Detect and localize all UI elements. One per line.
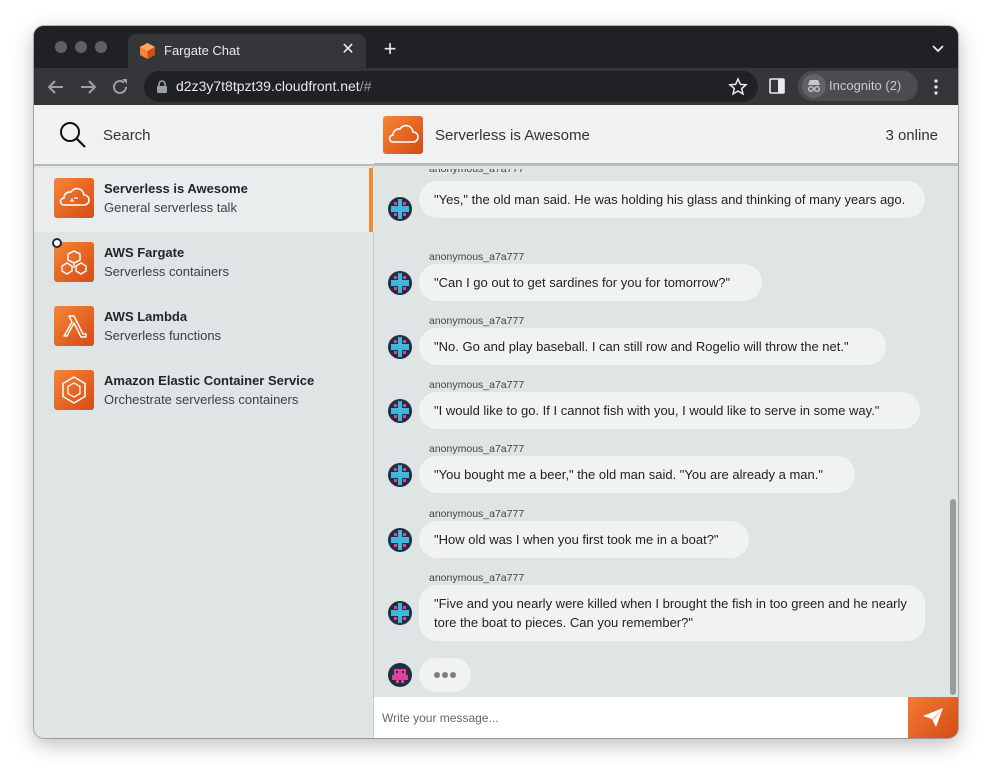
- lock-icon: [157, 80, 167, 93]
- browser-toolbar: d2z3y7t8tpzt39.cloudfront.net/# Incognit…: [34, 68, 958, 105]
- room-title: Serverless is Awesome: [104, 181, 248, 196]
- browser-menu-icon[interactable]: [930, 77, 942, 97]
- side-panel-icon[interactable]: [768, 77, 786, 95]
- message-scrollbar[interactable]: [950, 499, 956, 695]
- tab-fargate-chat[interactable]: Fargate Chat ✕: [128, 34, 366, 68]
- avatar: [388, 334, 412, 359]
- message-bubble: "Can I go out to get sardines for you fo…: [419, 264, 762, 301]
- search-icon: [60, 122, 86, 148]
- room-title: Amazon Elastic Container Service: [104, 373, 315, 388]
- chat-header: Serverless is Awesome 3 online: [374, 105, 958, 166]
- fargate-icon: [54, 242, 94, 282]
- message-bubble: "Five and you nearly were killed when I …: [419, 585, 925, 641]
- message-author: anonymous_a7a777: [429, 508, 525, 520]
- reload-icon[interactable]: [108, 75, 132, 99]
- cloud-icon: [54, 178, 94, 218]
- sidebar-room-serverless-is-awesome[interactable]: Serverless is Awesome General serverless…: [34, 168, 374, 232]
- send-icon: [923, 708, 943, 727]
- search-label: Search: [103, 127, 151, 144]
- fargate-favicon-icon: [140, 43, 155, 59]
- chat-room-title: Serverless is Awesome: [435, 127, 590, 144]
- active-room-indicator: [369, 168, 373, 232]
- message-author: anonymous_a7a777: [429, 315, 525, 327]
- message-bubble: "How old was I when you first took me in…: [419, 521, 749, 558]
- url-text: d2z3y7t8tpzt39.cloudfront.net/#: [176, 78, 372, 94]
- avatar: [388, 663, 412, 687]
- minimize-window-button[interactable]: [75, 41, 87, 53]
- tab-close-icon[interactable]: ✕: [338, 40, 358, 60]
- message-author: anonymous_a7a777: [429, 251, 525, 263]
- sidebar-room-amazon-ecs[interactable]: Amazon Elastic Container Service Orchest…: [34, 360, 374, 424]
- message-list[interactable]: anonymous_a7a777 "Yes," the old man said.…: [374, 169, 958, 697]
- unread-indicator: [52, 238, 62, 248]
- lambda-icon: [54, 306, 94, 346]
- typing-message: [374, 658, 958, 692]
- room-subtitle: Orchestrate serverless containers: [104, 392, 299, 407]
- ecs-icon: [54, 370, 94, 410]
- bookmark-star-icon[interactable]: [728, 77, 748, 97]
- close-window-button[interactable]: [55, 41, 67, 53]
- search-bar[interactable]: Search: [34, 105, 374, 166]
- address-bar[interactable]: d2z3y7t8tpzt39.cloudfront.net/#: [144, 71, 758, 102]
- avatar: [388, 527, 412, 552]
- avatar: [388, 197, 412, 221]
- cloud-icon: [383, 116, 423, 154]
- room-sidebar: Search Serverless is Awesome General ser…: [34, 105, 374, 738]
- message-bubble: "No. Go and play baseball. I can still r…: [419, 328, 886, 365]
- incognito-badge[interactable]: Incognito (2): [798, 71, 918, 101]
- back-arrow-icon[interactable]: [44, 75, 68, 99]
- sidebar-room-aws-fargate[interactable]: AWS Fargate Serverless containers: [34, 232, 374, 296]
- new-tab-button[interactable]: +: [378, 38, 402, 62]
- incognito-icon: [802, 74, 826, 98]
- zoom-window-button[interactable]: [95, 41, 107, 53]
- browser-window: Fargate Chat ✕ + d2z3y7t8tpzt39.cloudfro…: [34, 26, 958, 738]
- message-composer: [374, 697, 958, 738]
- room-title: AWS Fargate: [104, 245, 185, 260]
- message-author: anonymous_a7a777: [429, 443, 525, 455]
- typing-indicator: [419, 658, 471, 692]
- tab-title: Fargate Chat: [164, 43, 240, 58]
- message-author: anonymous_a7a777: [429, 572, 525, 584]
- message-bubble: "I would like to go. If I cannot fish wi…: [419, 392, 920, 429]
- avatar: [388, 601, 412, 625]
- message-author: anonymous_a7a777: [429, 169, 525, 175]
- message-author: anonymous_a7a777: [429, 379, 525, 391]
- sidebar-room-aws-lambda[interactable]: AWS Lambda Serverless functions: [34, 296, 374, 360]
- tab-strip: Fargate Chat ✕ +: [34, 26, 958, 68]
- avatar: [388, 462, 412, 487]
- tab-search-chevron-icon[interactable]: [930, 40, 946, 56]
- message-bubble: "You bought me a beer," the old man said…: [419, 456, 855, 493]
- chat-panel: Serverless is Awesome 3 online anonymous…: [374, 105, 958, 738]
- send-button[interactable]: [908, 697, 958, 738]
- avatar: [388, 398, 412, 423]
- room-title: AWS Lambda: [104, 309, 188, 324]
- room-subtitle: General serverless talk: [104, 200, 237, 215]
- room-subtitle: Serverless containers: [104, 264, 229, 279]
- chat-app: Search Serverless is Awesome General ser…: [34, 105, 958, 738]
- incognito-label: Incognito (2): [829, 78, 902, 93]
- room-subtitle: Serverless functions: [104, 328, 222, 343]
- avatar: [388, 270, 412, 295]
- forward-arrow-icon[interactable]: [76, 75, 100, 99]
- online-count: 3 online: [885, 127, 938, 144]
- message-input[interactable]: [374, 697, 908, 738]
- message-bubble: "Yes," the old man said. He was holding …: [419, 181, 925, 218]
